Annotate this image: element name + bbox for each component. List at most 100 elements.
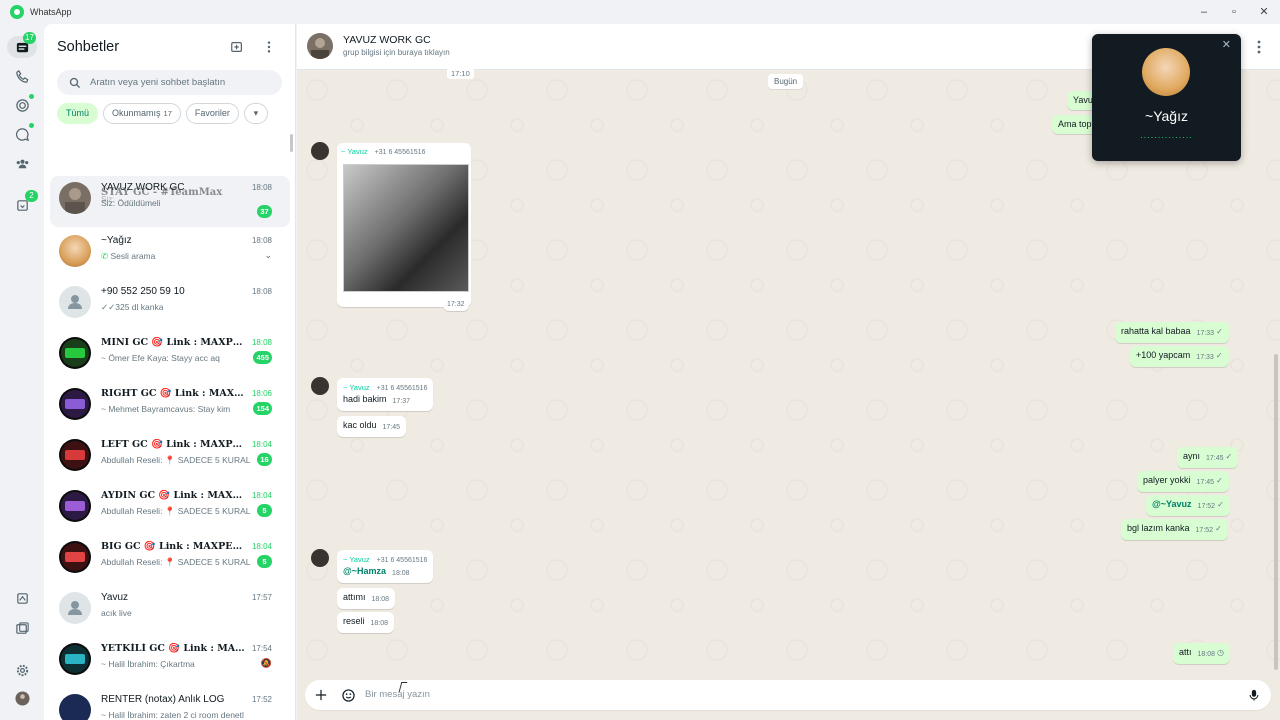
avatar [59, 286, 91, 318]
chat-item-yavuz-work-gc[interactable]: YAVUZ WORK GC STAY GC - #TeamMax Siz: Öd… [50, 176, 290, 227]
profile-avatar[interactable] [12, 688, 32, 708]
communities-nav-icon[interactable] [12, 153, 32, 173]
group-avatar[interactable] [307, 33, 333, 59]
chat-preview: Abdullah Reseli: 📍 SADECE 5 KURAL [101, 455, 251, 465]
chat-item-mini-gc[interactable]: MINI GC 🎯 Link : MAXPEP71 ~ Ömer Efe Kay… [44, 331, 295, 382]
chat-time: 18:04 [251, 491, 272, 500]
chat-item-left-gc[interactable]: LEFT GC 🎯 Link : MAXPEP71 Abdullah Resel… [44, 433, 295, 484]
chat-name: AYDIN GC 🎯 Link : MAXPEP71 [101, 490, 249, 501]
sender-phone: +31 6 45561516 [376, 557, 428, 564]
avatar [59, 592, 91, 624]
calls-nav-icon[interactable] [12, 66, 32, 86]
sender-name: ~ Yavuz [343, 555, 370, 564]
search-input[interactable]: Aratın veya yeni sohbet başlatın [57, 70, 282, 95]
chat-name: LEFT GC 🎯 Link : MAXPEP71 [101, 439, 249, 450]
conversation-scrollbar[interactable] [1274, 354, 1278, 670]
chat-item-yagiz[interactable]: ~Yağız ✆ Sesli arama 18:08 ⌄ [44, 229, 295, 280]
chip-all[interactable]: Tümü [57, 103, 99, 124]
settings-gear-icon[interactable] [12, 660, 32, 680]
chat-preview: ~ Halil İbrahim: Çıkartma [101, 659, 195, 669]
sender-avatar[interactable] [311, 377, 329, 395]
chat-preview: ~ Halil İbrahim: zaten 2 ci room denetl [101, 710, 244, 720]
chat-item-yavuz[interactable]: Yavuz acık live 17:57 [44, 586, 295, 637]
search-icon [69, 77, 81, 88]
message-out: bgl lazım kanka 17:52 ✓ [1121, 519, 1228, 540]
chat-list: YAVUZ WORK GC STAY GC - #TeamMax Siz: Öd… [44, 176, 295, 720]
chat-name: ~Yağız [101, 235, 132, 246]
search-placeholder: Aratın veya yeni sohbet başlatın [90, 77, 226, 88]
close-icon[interactable]: ✕ [1222, 38, 1231, 51]
sender-phone: +31 6 45561516 [376, 385, 428, 392]
chat-item-yetkili-gc[interactable]: YETKİLİ GC 🎯 Link : MAXPEP71 ~ Halil İbr… [44, 637, 295, 688]
chat-name: +90 552 250 59 10 [101, 286, 185, 297]
avatar [59, 643, 91, 675]
message-in: reseli 18:08 [337, 612, 395, 633]
message-out: attı 18:08 ◷ [1173, 643, 1231, 664]
chat-name: RIGHT GC 🎯 Link : MAXPEP71 [101, 388, 249, 399]
chat-item-big-gc[interactable]: BIG GC 🎯 Link : MAXPEP71 Abdullah Reseli… [44, 535, 295, 586]
sender-name: ~ Yavuz [343, 383, 370, 392]
chip-unread[interactable]: Okunmamış 17 [103, 103, 181, 124]
sender-avatar[interactable] [311, 549, 329, 567]
chat-item-renter[interactable]: RENTER (notax) Anlık LOG ~ Halil İbrahim… [44, 688, 295, 720]
chat-item-right-gc[interactable]: RIGHT GC 🎯 Link : MAXPEP71 ~ Mehmet Bayr… [44, 382, 295, 433]
muted-icon: 🔕 [260, 658, 272, 668]
avatar [59, 541, 91, 573]
channels-dot [29, 123, 34, 128]
emoji-sticker-icon[interactable] [339, 686, 357, 704]
close-window-button[interactable]: ✕ [1256, 4, 1272, 20]
chat-name: Yavuz [101, 592, 129, 603]
sender-avatar[interactable] [311, 142, 329, 160]
chip-favorites[interactable]: Favoriler [185, 103, 239, 124]
shared-photo[interactable] [343, 164, 469, 292]
chat-preview: Abdullah Reseli: 📍 SADECE 5 KURAL [101, 557, 251, 567]
starred-nav-icon[interactable] [12, 588, 32, 608]
sidebar-scrollbar[interactable] [290, 134, 293, 152]
message-out: @~Yavuz 17:52 ✓ [1146, 495, 1230, 516]
avatar [59, 439, 91, 471]
media-nav-icon[interactable] [12, 618, 32, 638]
unread-badge: 154 [253, 402, 272, 415]
unread-badge: 37 [257, 205, 272, 218]
date-separator: Bugün [768, 74, 804, 89]
message-input[interactable]: Bir mesaj yazın [365, 689, 430, 700]
chat-name: BIG GC 🎯 Link : MAXPEP71 [101, 541, 249, 552]
chat-name: YETKİLİ GC 🎯 Link : MAXPEP71 [101, 643, 249, 654]
voice-call-popup[interactable]: ✕ ~Yağız ............... [1092, 34, 1241, 161]
group-name[interactable]: YAVUZ WORK GC [343, 34, 431, 46]
chat-time: 17:52 [251, 695, 272, 704]
chat-name: RENTER (notax) Anlık LOG [101, 694, 225, 705]
chat-time: 18:08 [251, 236, 272, 245]
minimize-button[interactable]: – [1196, 4, 1212, 20]
chat-sidebar: Sohbetler Aratın veya yeni sohbet başlat… [44, 24, 296, 720]
chip-more-dropdown[interactable]: ▾ [243, 103, 268, 124]
message-out: aynı 17:45 ✓ [1177, 447, 1239, 468]
conversation-menu-icon[interactable] [1252, 38, 1266, 56]
check-icon: ✓ [1225, 452, 1233, 461]
avatar [59, 490, 91, 522]
maximize-button[interactable]: ▫ [1226, 4, 1242, 20]
message-composer: Bir mesaj yazın [305, 680, 1271, 710]
chat-time: 18:08 [251, 338, 272, 347]
attach-plus-icon[interactable] [312, 686, 330, 704]
chat-preview: ✓✓325 dl kanka [101, 302, 164, 312]
message-out: +100 yapcam 17:33 ✓ [1130, 346, 1229, 367]
chat-item-phone[interactable]: +90 552 250 59 10 ✓✓325 dl kanka 18:08 [44, 280, 295, 331]
chats-unread-badge: 17 [23, 32, 36, 44]
unread-badge: 455 [253, 351, 272, 364]
sidebar-menu-icon[interactable] [260, 38, 278, 56]
unread-badge: 5 [257, 555, 272, 568]
clock-pending-icon: ◷ [1217, 648, 1225, 657]
message-out-partial: Ama top [1052, 115, 1098, 134]
chevron-down-icon[interactable]: ⌄ [264, 250, 272, 261]
message-in: kac oldu 17:45 [337, 416, 407, 437]
chat-preview: acık live [101, 608, 132, 618]
new-chat-icon[interactable] [228, 38, 246, 56]
check-icon: ✓ [1216, 476, 1223, 485]
chat-item-aydin-gc[interactable]: AYDIN GC 🎯 Link : MAXPEP71 Abdullah Rese… [44, 484, 295, 535]
microphone-icon[interactable] [1245, 686, 1263, 704]
chat-time: 17:54 [251, 644, 272, 653]
chat-time: 18:06 [251, 389, 272, 398]
group-subtitle: grup bilgisi için buraya tıklayın [343, 48, 450, 57]
message-out: palyer yokki 17:45 ✓ [1137, 471, 1229, 492]
